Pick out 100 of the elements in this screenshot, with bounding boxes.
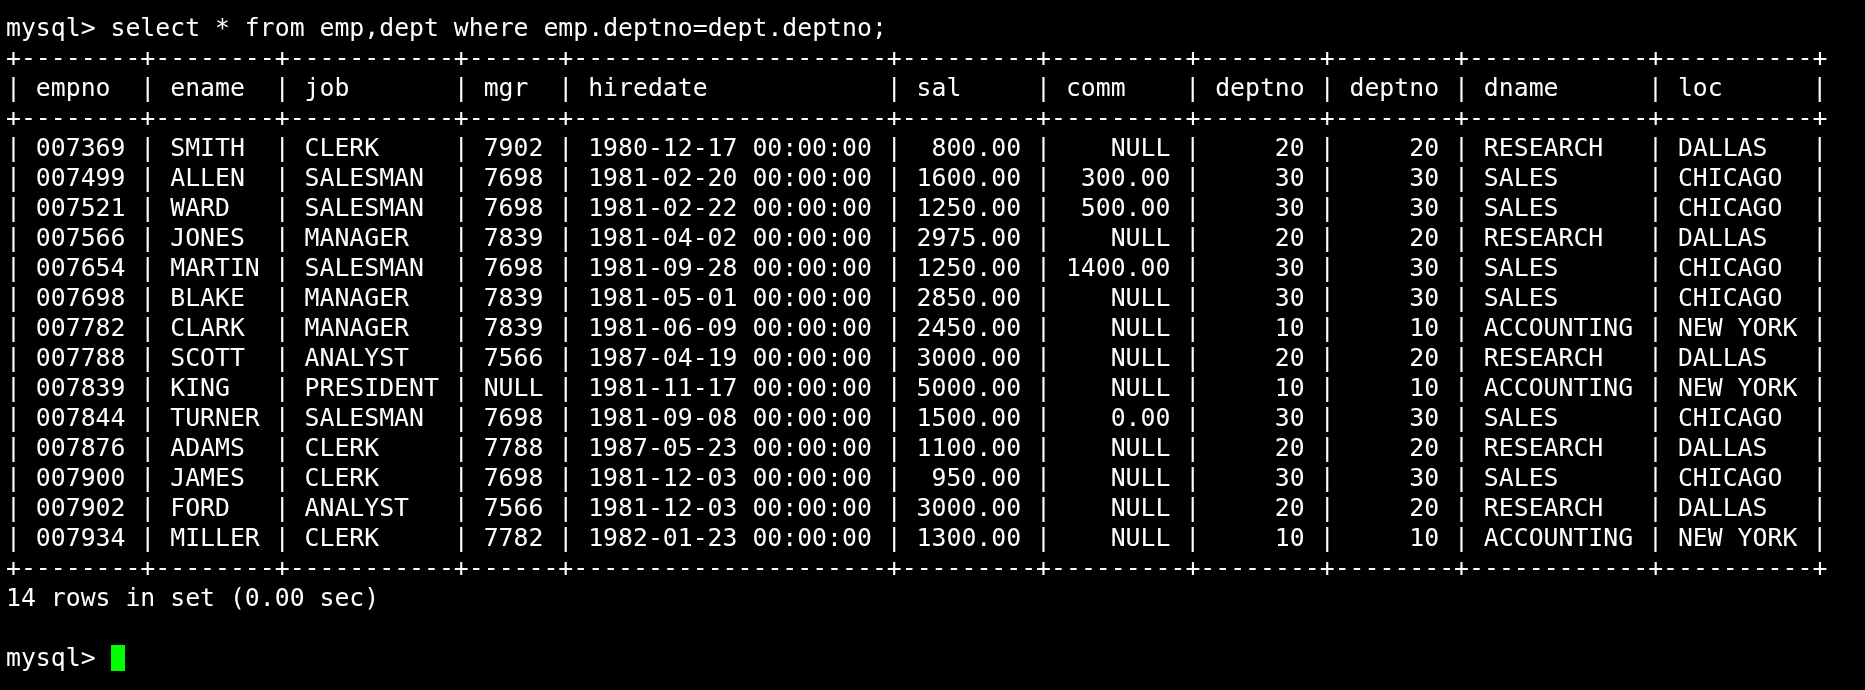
table-cell-text: RESEARCH (1482, 343, 1605, 373)
table-cell-text: 007902 (34, 493, 127, 523)
column-separator: | (1648, 463, 1663, 493)
column-separator: | (1648, 343, 1663, 373)
table-cell-text: 007839 (34, 373, 127, 403)
column-separator: | (886, 193, 902, 223)
column-separator: | (558, 373, 574, 403)
column-header: job (303, 73, 351, 103)
table-cell-text: 007844 (34, 403, 127, 433)
table-cell-text: NEW YORK (1676, 313, 1799, 343)
column-separator: | (140, 163, 156, 193)
column-separator: | (1648, 373, 1663, 403)
column-separator: | (1454, 253, 1469, 283)
table-cell-text: SALESMAN (303, 253, 425, 283)
column-separator: | (558, 493, 574, 523)
table-cell-text: ADAMS (169, 433, 246, 463)
column-separator: | (453, 463, 469, 493)
column-separator: | (1185, 313, 1201, 343)
column-separator: | (1036, 523, 1051, 553)
column-separator: | (6, 283, 21, 313)
column-separator: | (140, 403, 156, 433)
table-cell-text: DALLAS (1676, 223, 1769, 253)
table-cell-text: 10 (1408, 313, 1441, 343)
column-separator: | (6, 163, 21, 193)
table-cell-text: 1400.00 (1064, 253, 1172, 283)
column-separator: | (558, 343, 574, 373)
column-separator: | (1812, 193, 1828, 223)
column-separator: | (1185, 253, 1201, 283)
table-cell-text: 7698 (482, 253, 545, 283)
column-separator: | (1185, 343, 1201, 373)
table-cell-text: 20 (1408, 343, 1441, 373)
column-separator: | (1812, 433, 1828, 463)
table-cell-text: NULL (1109, 373, 1172, 403)
table-cell-text: 1500.00 (915, 403, 1023, 433)
column-separator: | (1648, 283, 1663, 313)
column-separator: | (6, 403, 21, 433)
column-separator: | (1319, 283, 1335, 313)
table-cell-text: ALLEN (169, 163, 246, 193)
column-header: sal (915, 73, 963, 103)
table-cell-text: 7788 (482, 433, 545, 463)
table-cell-text: 1250.00 (915, 253, 1023, 283)
column-separator: | (1812, 133, 1828, 163)
table-cell-text: 7698 (482, 403, 545, 433)
table-cell-text: 1600.00 (915, 163, 1023, 193)
column-separator: | (140, 193, 156, 223)
column-separator: | (558, 133, 574, 163)
table-cell-text: 1981-09-28 00:00:00 (587, 253, 873, 283)
column-separator: | (1185, 463, 1201, 493)
column-separator: | (453, 433, 469, 463)
column-header: empno (34, 73, 112, 103)
table-cell-text: 10 (1408, 373, 1441, 403)
column-separator: | (1454, 73, 1469, 103)
column-separator: | (886, 523, 902, 553)
column-header: loc (1676, 73, 1724, 103)
column-separator: | (1319, 493, 1335, 523)
column-separator: | (453, 493, 469, 523)
column-separator: | (1454, 223, 1469, 253)
table-cell-text: 7839 (482, 283, 545, 313)
column-separator: | (1648, 403, 1663, 433)
column-separator: | (1454, 493, 1469, 523)
column-separator: | (1036, 493, 1051, 523)
column-separator: | (886, 463, 902, 493)
column-separator: | (6, 313, 21, 343)
column-separator: | (274, 313, 290, 343)
column-separator: | (1812, 463, 1828, 493)
column-header: comm (1064, 73, 1127, 103)
table-cell-text: CHICAGO (1676, 193, 1784, 223)
table-cell-text: 3000.00 (915, 343, 1023, 373)
table-cell-text: 1987-05-23 00:00:00 (587, 433, 873, 463)
table-cell-text: NULL (1109, 313, 1172, 343)
table-cell-text: JONES (169, 223, 246, 253)
table-cell-text: NULL (1109, 223, 1172, 253)
table-cell-text: NULL (1109, 343, 1172, 373)
column-separator: | (453, 133, 469, 163)
table-cell-text: MANAGER (303, 223, 411, 253)
table-cell-text: 007900 (34, 463, 127, 493)
column-separator: | (1812, 313, 1828, 343)
table-cell-text: 300.00 (1079, 163, 1172, 193)
table-cell-text: PRESIDENT (303, 373, 440, 403)
column-separator: | (1319, 433, 1335, 463)
column-separator: | (453, 253, 469, 283)
table-cell-text: 7698 (482, 193, 545, 223)
column-separator: | (886, 493, 902, 523)
table-cell-text: RESEARCH (1482, 433, 1605, 463)
table-cell-text: 20 (1273, 133, 1306, 163)
column-separator: | (1648, 523, 1663, 553)
table-cell-text: 20 (1273, 433, 1306, 463)
table-cell-text: 1981-11-17 00:00:00 (587, 373, 873, 403)
table-cell-text: SALES (1482, 163, 1560, 193)
table-cell-text: ACCOUNTING (1482, 523, 1635, 553)
table-cell-text: 20 (1408, 433, 1441, 463)
prompt-text: mysql> (6, 643, 96, 673)
column-separator: | (1319, 313, 1335, 343)
result-summary: 14 rows in set (0.00 sec) (6, 583, 380, 613)
column-separator: | (140, 283, 156, 313)
column-header: ename (169, 73, 246, 103)
table-cell-text: ANALYST (303, 343, 411, 373)
column-separator: | (558, 223, 574, 253)
column-separator: | (1454, 433, 1469, 463)
table-cell-text: 1982-01-23 00:00:00 (587, 523, 873, 553)
